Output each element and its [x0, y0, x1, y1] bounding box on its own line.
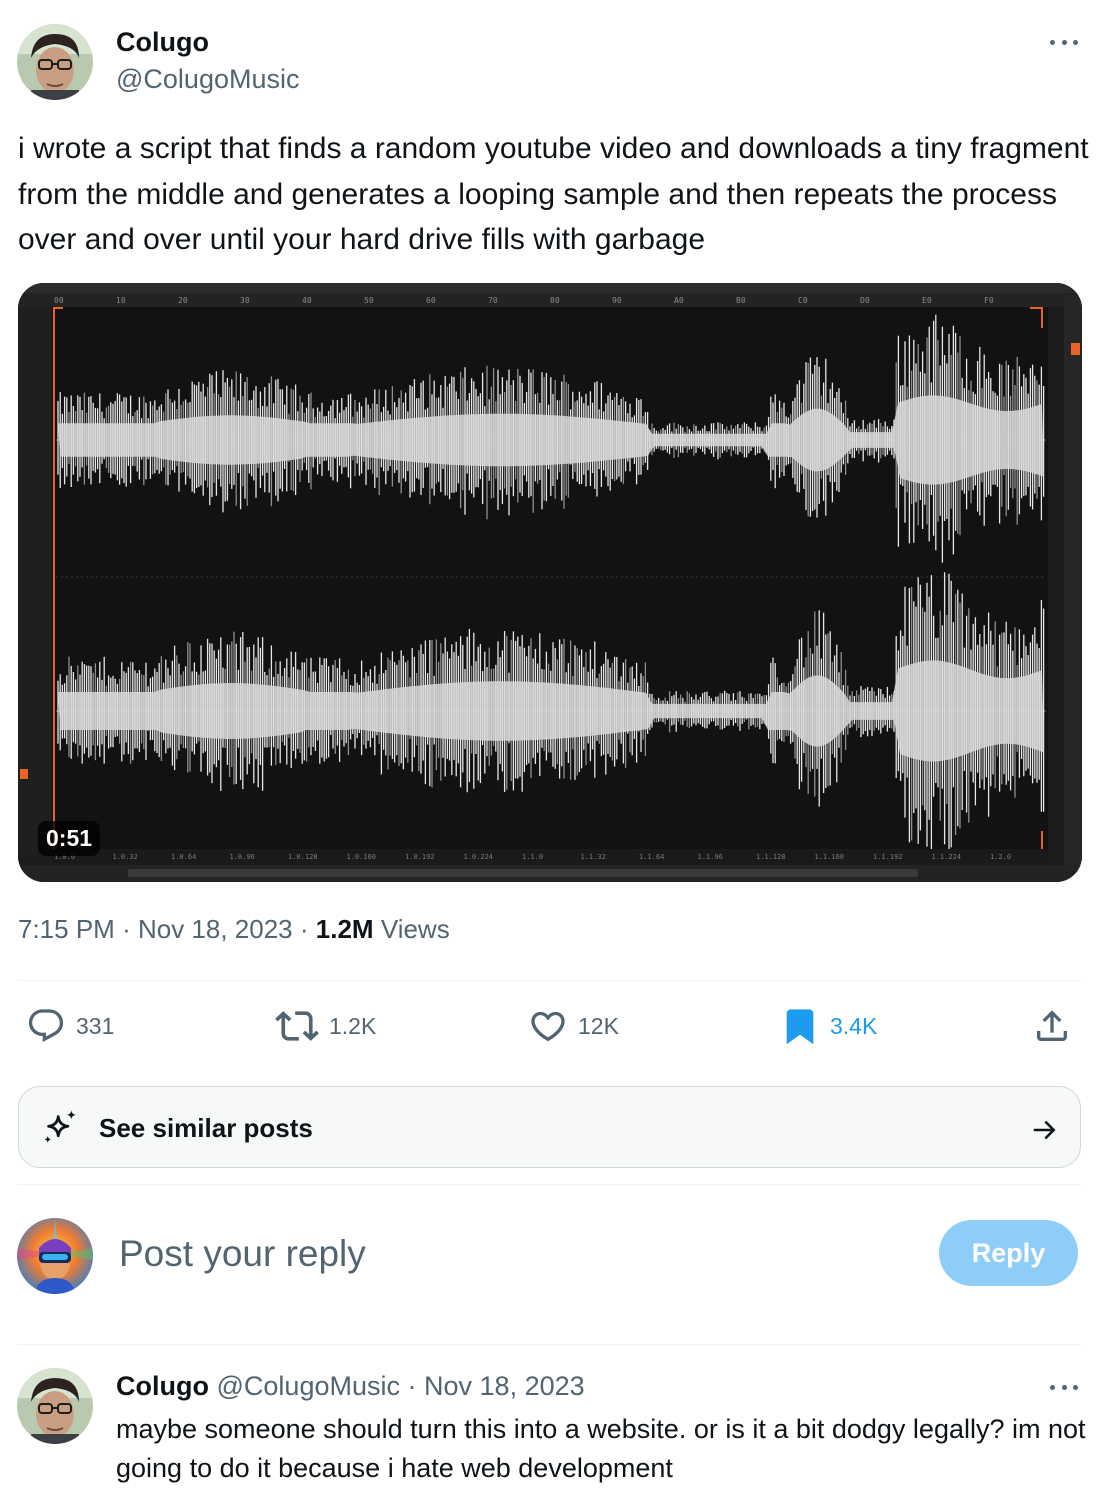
- divider: [18, 1184, 1082, 1185]
- ruler-label: F0: [984, 296, 994, 305]
- more-icon[interactable]: [1044, 32, 1084, 52]
- share-icon: [1037, 1010, 1067, 1041]
- ruler-label: E0: [922, 296, 932, 305]
- ruler-label: 10: [116, 296, 126, 305]
- repost-count: 1.2K: [329, 1012, 377, 1039]
- post-meta: 7:15 PM · Nov 18, 2023 · 1.2M Views: [18, 914, 450, 945]
- video-duration: 0:51: [38, 821, 101, 856]
- post-time[interactable]: 7:15 PM: [18, 914, 115, 944]
- bottom-ruler-label: 1.2.0: [990, 853, 1011, 861]
- reply-submit-button[interactable]: Reply: [939, 1220, 1078, 1286]
- comment-header: Colugo @ColugoMusic · Nov 18, 2023: [116, 1371, 585, 1402]
- see-similar-label: See similar posts: [99, 1113, 313, 1143]
- reply-icon: [28, 1009, 64, 1043]
- comment-author-avatar[interactable]: [17, 1368, 93, 1444]
- repost-button[interactable]: 1.2K: [275, 1004, 376, 1048]
- ruler-label: 60: [426, 296, 436, 305]
- bottom-ruler-label: 1.1.128: [756, 853, 786, 861]
- comment-author-handle[interactable]: @ColugoMusic: [217, 1371, 400, 1401]
- meta-sep-2: ·: [299, 914, 309, 944]
- bookmark-count: 3.4K: [830, 1012, 878, 1039]
- bottom-ruler-label: 1.1.160: [815, 853, 845, 861]
- post-date[interactable]: Nov 18, 2023: [138, 914, 293, 944]
- like-button[interactable]: 12K: [528, 1004, 619, 1048]
- bookmark-button[interactable]: 3.4K: [780, 1004, 877, 1048]
- post-text: i wrote a script that finds a random you…: [18, 132, 1089, 256]
- bottom-ruler-label: 1.1.96: [698, 853, 723, 861]
- reply-button[interactable]: 331: [26, 1004, 114, 1048]
- bottom-ruler-label: 1.0.96: [230, 853, 255, 861]
- bottom-ruler-label: 1.1.224: [932, 853, 962, 861]
- like-icon: [531, 1011, 565, 1042]
- see-similar-posts[interactable]: See similar posts: [18, 1086, 1081, 1168]
- author-handle[interactable]: @ColugoMusic: [116, 64, 299, 95]
- like-count: 12K: [578, 1012, 619, 1039]
- repost-icon: [275, 1011, 319, 1041]
- arrow-right-icon: [1033, 1120, 1056, 1140]
- meta-sep-1: ·: [122, 914, 131, 944]
- waveform-screenshot: 00 10 20 30 40 50 60 70 80 90 A0 B0 C0 D0 E0 F0 1.0.0 1.…: [18, 283, 1082, 882]
- comment-date[interactable]: Nov 18, 2023: [424, 1371, 585, 1401]
- author-name[interactable]: Colugo: [116, 27, 209, 58]
- views-label: Views: [380, 914, 450, 944]
- author-avatar[interactable]: [17, 24, 93, 100]
- bottom-ruler-label: 1.1.0: [522, 853, 543, 861]
- bookmark-icon: [786, 1009, 814, 1045]
- bottom-ruler-label: 1.0.192: [405, 853, 435, 861]
- bottom-ruler-label: 1.1.192: [873, 853, 903, 861]
- ruler-label: 90: [612, 296, 622, 305]
- more-icon[interactable]: [1044, 1377, 1084, 1397]
- comment-separator: ·: [407, 1371, 417, 1401]
- divider: [18, 1344, 1082, 1345]
- bottom-ruler-label: 1.0.128: [288, 853, 318, 861]
- bottom-ruler-label: 1.1.32: [581, 853, 606, 861]
- reply-input[interactable]: Post your reply: [119, 1233, 366, 1275]
- ruler-label: 30: [240, 296, 250, 305]
- ruler-label: 50: [364, 296, 374, 305]
- ruler-label: A0: [674, 296, 684, 305]
- ruler-label: B0: [736, 296, 746, 305]
- ruler-label: 00: [54, 296, 64, 305]
- share-button[interactable]: [1032, 1004, 1072, 1048]
- ruler-label: 40: [302, 296, 312, 305]
- bottom-ruler-label: 1.0.32: [113, 853, 138, 861]
- ruler-label: D0: [860, 296, 870, 305]
- views-count: 1.2M: [315, 914, 374, 944]
- ruler-label: 80: [550, 296, 560, 305]
- reply-count: 331: [76, 1012, 115, 1039]
- ruler-label: 20: [178, 296, 188, 305]
- bottom-ruler-label: 1.0.160: [347, 853, 377, 861]
- bottom-ruler-label: 1.1.64: [639, 853, 664, 861]
- ruler-label: C0: [798, 296, 808, 305]
- bottom-ruler-label: 1.0.64: [171, 853, 196, 861]
- video-player[interactable]: 00 10 20 30 40 50 60 70 80 90 A0 B0 C0 D0 E0 F0 1.0.0 1.…: [18, 283, 1082, 882]
- ruler-label: 70: [488, 296, 498, 305]
- bottom-ruler-label: 1.0.224: [464, 853, 494, 861]
- sparkle-icon: [44, 1110, 76, 1143]
- divider: [18, 980, 1082, 981]
- comment-author-name[interactable]: Colugo: [116, 1371, 209, 1401]
- comment-text: maybe someone should turn this into a we…: [116, 1414, 1086, 1483]
- user-avatar[interactable]: [17, 1218, 93, 1294]
